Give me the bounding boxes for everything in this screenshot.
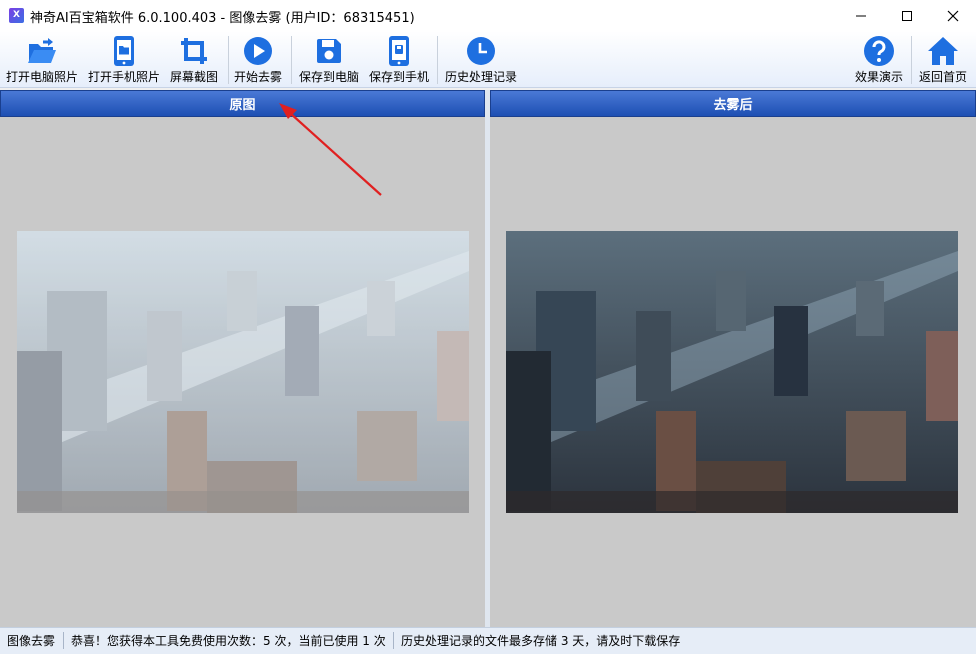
close-button[interactable] <box>930 0 976 31</box>
return-home-button[interactable]: 返回首页 <box>919 35 967 87</box>
window-title: 神奇AI百宝箱软件 6.0.100.403 - 图像去雾 (用户ID：68315… <box>30 11 415 26</box>
play-icon <box>242 35 274 67</box>
minimize-button[interactable] <box>838 0 884 31</box>
toolbar-separator <box>228 36 229 84</box>
status-usage: 恭喜！您获得本工具免费使用次数：5 次，当前已使用 1 次 <box>71 634 386 648</box>
start-dehaze-button[interactable]: 开始去雾 <box>234 35 282 87</box>
title-bar: X 神奇AI百宝箱软件 6.0.100.403 - 图像去雾 (用户ID：683… <box>0 0 976 31</box>
status-separator <box>393 632 394 649</box>
help-icon <box>863 35 895 67</box>
maximize-button[interactable] <box>884 0 930 31</box>
save-to-pc-button[interactable]: 保存到电脑 <box>299 35 359 87</box>
screenshot-button[interactable]: 屏幕截图 <box>170 35 218 87</box>
status-bar: 图像去雾 恭喜！您获得本工具免费使用次数：5 次，当前已使用 1 次 历史处理记… <box>0 627 976 654</box>
save-to-pc-label: 保存到电脑 <box>299 70 360 84</box>
open-pc-photo-label: 打开电脑照片 <box>6 70 79 84</box>
phone-save-icon <box>383 35 415 67</box>
save-to-phone-button[interactable]: 保存到手机 <box>369 35 429 87</box>
status-module: 图像去雾 <box>7 634 56 648</box>
effect-demo-label: 效果演示 <box>855 70 904 84</box>
crop-icon <box>178 35 210 67</box>
floppy-disk-icon <box>313 35 345 67</box>
screenshot-label: 屏幕截图 <box>170 70 219 84</box>
minimize-icon <box>856 15 866 16</box>
dehazed-photo <box>506 231 958 513</box>
effect-demo-button[interactable]: 效果演示 <box>855 35 903 87</box>
history-button[interactable]: 历史处理记录 <box>445 35 517 87</box>
open-pc-photo-button[interactable]: 打开电脑照片 <box>6 35 78 87</box>
status-separator <box>63 632 64 649</box>
return-home-label: 返回首页 <box>919 70 968 84</box>
app-icon: X <box>9 8 24 23</box>
phone-folder-icon <box>108 35 140 67</box>
toolbar-separator <box>437 36 438 84</box>
save-to-phone-label: 保存到手机 <box>369 70 430 84</box>
home-icon <box>927 35 959 67</box>
clock-icon <box>465 35 497 67</box>
history-label: 历史处理记录 <box>445 70 518 84</box>
open-phone-photo-button[interactable]: 打开手机照片 <box>88 35 160 87</box>
toolbar-separator <box>911 36 912 84</box>
original-panel-header: 原图 <box>0 90 485 117</box>
toolbar-separator <box>291 36 292 84</box>
open-phone-photo-label: 打开手机照片 <box>88 70 161 84</box>
result-panel-header: 去雾后 <box>490 90 976 117</box>
original-photo <box>17 231 469 513</box>
status-history-note: 历史处理记录的文件最多存储 3 天，请及时下载保存 <box>401 634 681 648</box>
folder-open-icon <box>26 35 58 67</box>
close-icon <box>947 10 959 21</box>
maximize-icon <box>902 10 912 21</box>
start-dehaze-label: 开始去雾 <box>234 70 283 84</box>
